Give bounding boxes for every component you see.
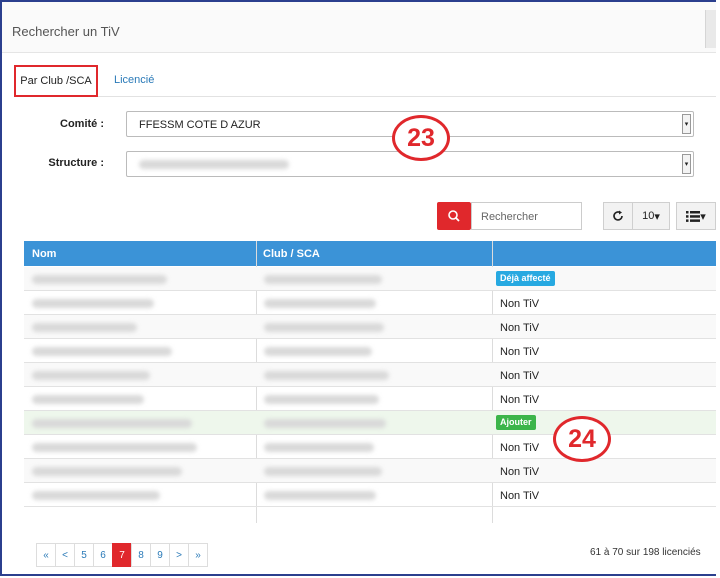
status-text: Non TiV	[500, 442, 540, 454]
redacted-value	[139, 160, 289, 169]
table-row: Non TiV	[24, 387, 716, 411]
status-text: Non TiV	[500, 490, 540, 502]
table-row: Non TiV	[24, 483, 716, 507]
status-text: Non TiV	[500, 322, 540, 334]
status-badge: Déjà affecté	[496, 271, 555, 286]
page-link[interactable]: >	[169, 543, 189, 567]
callout-marker-23: 23	[392, 115, 450, 161]
redacted-club	[264, 371, 389, 380]
col-nom[interactable]: Nom	[32, 248, 56, 260]
table-row: Non TiV	[24, 459, 716, 483]
redacted-name	[32, 323, 137, 332]
refresh-button[interactable]	[603, 202, 633, 230]
chevron-down-icon: ▾	[682, 114, 691, 134]
page-link[interactable]: 6	[93, 543, 113, 567]
table-header: Nom Club / SCA	[24, 241, 716, 266]
redacted-club	[264, 419, 386, 428]
redacted-club	[264, 275, 382, 284]
redacted-name	[32, 371, 150, 380]
tab-par-club[interactable]: Par Club /SCA	[14, 65, 98, 97]
status-text: Non TiV	[500, 346, 540, 358]
redacted-club	[264, 323, 384, 332]
panel-header: Rechercher un TiV	[2, 2, 716, 53]
search-button[interactable]	[437, 202, 471, 230]
chevron-down-icon: ▾	[682, 154, 691, 174]
callout-marker-24: 24	[553, 416, 611, 462]
redacted-club	[264, 395, 379, 404]
result-count: 61 à 70 sur 198 licenciés	[590, 547, 701, 558]
redacted-name	[32, 347, 172, 356]
table-row: Non TiV	[24, 435, 716, 459]
table-row: Non TiV	[24, 315, 716, 339]
redacted-club	[264, 299, 376, 308]
redacted-club	[264, 347, 372, 356]
status-text: Non TiV	[500, 370, 540, 382]
redacted-name	[32, 419, 192, 428]
page-link[interactable]: »	[188, 543, 208, 567]
search-input[interactable]: Rechercher	[471, 202, 582, 230]
tab-licencie[interactable]: Licencié	[114, 74, 154, 86]
page-size-value: 10	[642, 210, 655, 222]
list-icon	[686, 210, 701, 222]
tab-divider	[98, 96, 716, 97]
search-icon	[448, 210, 460, 222]
comite-value: FFESSM COTE D AZUR	[139, 119, 261, 131]
redacted-club	[264, 491, 376, 500]
page-link[interactable]: 5	[74, 543, 94, 567]
caret-down-icon: ▾	[654, 210, 660, 223]
page-link[interactable]: <	[55, 543, 75, 567]
redacted-name	[32, 467, 182, 476]
page-link[interactable]: 8	[131, 543, 151, 567]
redacted-name	[32, 443, 197, 452]
page-size-dropdown[interactable]: 10 ▾	[632, 202, 670, 230]
redacted-name	[32, 395, 144, 404]
table-row: Non TiV	[24, 291, 716, 315]
pagination: «<5 6 7 8 9 >»	[36, 543, 208, 567]
table-row: Non TiV	[24, 339, 716, 363]
page-link[interactable]: «	[36, 543, 56, 567]
redacted-club	[264, 467, 382, 476]
page-link[interactable]: 9	[150, 543, 170, 567]
redacted-name	[32, 491, 160, 500]
refresh-icon	[613, 210, 623, 221]
table-row: Déjà affecté	[24, 267, 716, 291]
table-row: Non TiV	[24, 363, 716, 387]
redacted-name	[32, 275, 167, 284]
redacted-club	[264, 443, 374, 452]
add-button[interactable]: Ajouter	[496, 415, 536, 430]
redacted-name	[32, 299, 154, 308]
status-text: Non TiV	[500, 394, 540, 406]
table-row: Ajouter	[24, 411, 716, 435]
status-text: Non TiV	[500, 466, 540, 478]
status-text: Non TiV	[500, 298, 540, 310]
page-title: Rechercher un TiV	[12, 24, 120, 39]
structure-label: Structure :	[48, 157, 104, 169]
header-corner	[705, 10, 716, 48]
col-club[interactable]: Club / SCA	[263, 248, 320, 260]
caret-down-icon: ▾	[700, 210, 706, 223]
page-link[interactable]: 7	[112, 543, 132, 567]
comite-label: Comité :	[60, 118, 104, 130]
columns-dropdown[interactable]: ▾	[676, 202, 716, 230]
